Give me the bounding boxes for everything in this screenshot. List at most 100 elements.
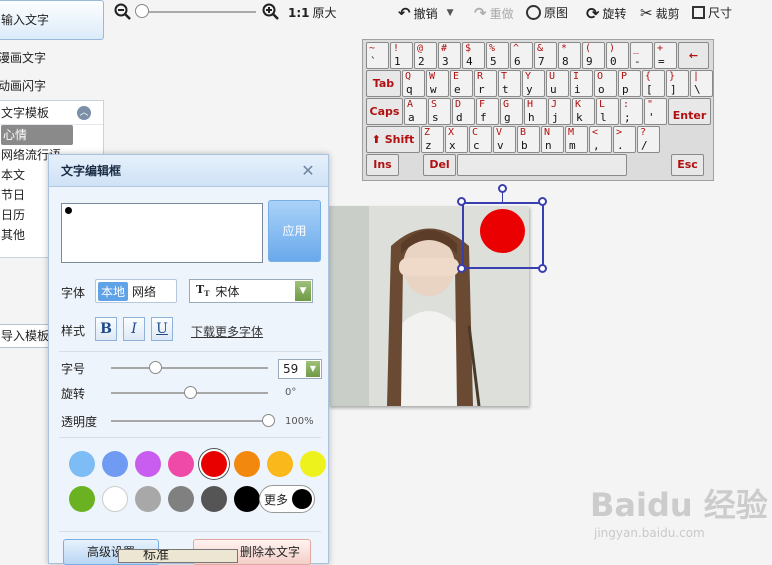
redo-button[interactable]: ↷ 重做 (474, 4, 514, 22)
key-r1-8[interactable]: * 8 (558, 42, 581, 69)
key-r3-8[interactable]: Ll (596, 98, 619, 125)
animated-text-link[interactable]: 动画闪字 (0, 77, 46, 94)
key-r4-3[interactable]: Vv (493, 126, 516, 153)
key-r1-0[interactable]: ~ ` (366, 42, 389, 69)
opacity-slider-handle[interactable] (262, 414, 275, 427)
color-swatch[interactable] (234, 486, 260, 512)
key-r2-2[interactable]: Ee (450, 70, 473, 97)
key-r1-6[interactable]: ^ 6 (510, 42, 533, 69)
rotate-handle[interactable] (498, 184, 507, 193)
color-swatch[interactable] (102, 486, 128, 512)
size-slider-handle[interactable] (148, 361, 162, 374)
key-r2-7[interactable]: Ii (570, 70, 593, 97)
key-r2-0[interactable]: Qq (402, 70, 425, 97)
chevron-down-icon[interactable]: ▼ (295, 281, 311, 301)
template-item-mood[interactable]: 心情 (0, 125, 103, 145)
key-r2-3[interactable]: Rr (474, 70, 497, 97)
key-r1-9[interactable]: (9 (582, 42, 605, 69)
key-r1-10[interactable]: ) 0 (606, 42, 629, 69)
key-r3-5[interactable]: Hh (524, 98, 547, 125)
template-header[interactable]: 文字模板 ︿ (0, 101, 103, 125)
color-swatch[interactable] (69, 486, 95, 512)
key-r4-8[interactable]: >. (613, 126, 636, 153)
key-esc[interactable]: Esc (671, 154, 704, 176)
key-backspace[interactable]: ← (678, 42, 709, 69)
red-circle-shape[interactable] (480, 209, 525, 253)
undo-dropdown-icon[interactable]: ▼ (447, 8, 454, 18)
font-network-option[interactable]: 网络 (132, 283, 156, 300)
underline-button[interactable]: U (151, 317, 173, 341)
import-template-button[interactable]: 导入模板 (0, 324, 50, 348)
zoom-slider-handle[interactable] (135, 4, 149, 18)
resize-handle-sw[interactable] (457, 264, 466, 273)
collapse-icon[interactable]: ︿ (77, 106, 91, 120)
italic-button[interactable]: I (123, 317, 145, 341)
download-more-fonts-link[interactable]: 下载更多字体 (191, 323, 263, 340)
color-swatch[interactable] (135, 451, 161, 477)
text-input-area[interactable] (61, 203, 263, 263)
key-r3-0[interactable]: Aa (404, 98, 427, 125)
key-r2-8[interactable]: Oo (594, 70, 617, 97)
key-r1-12[interactable]: + = (654, 42, 677, 69)
key-r1-2[interactable]: @2 (414, 42, 437, 69)
key-r3-4[interactable]: Gg (500, 98, 523, 125)
font-local-option[interactable]: 本地 (98, 281, 129, 301)
key-space[interactable] (457, 154, 627, 176)
key-r2-5[interactable]: Yy (522, 70, 545, 97)
undo-button[interactable]: ↶ 撤销 ▼ (398, 4, 454, 22)
key-tab[interactable]: Tab (366, 70, 401, 97)
key-r2-6[interactable]: Uu (546, 70, 569, 97)
key-r2-10[interactable]: {[ (642, 70, 665, 97)
color-swatch[interactable] (168, 451, 194, 477)
key-r4-6[interactable]: Mm (565, 126, 588, 153)
key-r4-2[interactable]: Cc (469, 126, 492, 153)
resize-handle-se[interactable] (538, 264, 547, 273)
color-swatch[interactable] (300, 451, 326, 477)
key-shift[interactable]: ⬆ Shift (366, 126, 420, 153)
color-swatch[interactable] (168, 486, 194, 512)
apply-button[interactable]: 应用 (268, 200, 321, 262)
key-r1-11[interactable]: _ - (630, 42, 653, 69)
bold-button[interactable]: B (95, 317, 117, 341)
more-colors-button[interactable]: 更多 (259, 485, 315, 513)
key-r1-5[interactable]: % 5 (486, 42, 509, 69)
key-r1-3[interactable]: #3 (438, 42, 461, 69)
key-del[interactable]: Del (423, 154, 456, 176)
key-r3-7[interactable]: Kk (572, 98, 595, 125)
key-r2-1[interactable]: Ww (426, 70, 449, 97)
key-r4-9[interactable]: ? / (637, 126, 660, 153)
color-swatch[interactable] (201, 451, 227, 477)
rotate-slider-handle[interactable] (183, 386, 197, 399)
key-r3-1[interactable]: Ss (428, 98, 451, 125)
close-icon[interactable]: ✕ (300, 163, 316, 179)
key-ins[interactable]: Ins (366, 154, 399, 176)
input-text-button[interactable]: 输入文字 (0, 0, 104, 40)
font-select[interactable]: TT 宋体 ▼ (189, 279, 313, 303)
size-select[interactable]: 59 ▼ (278, 359, 322, 379)
key-r3-6[interactable]: Jj (548, 98, 571, 125)
ime-status-bar[interactable]: 标准 (118, 549, 238, 563)
key-r3-10[interactable]: " ' (644, 98, 667, 125)
key-r2-4[interactable]: Tt (498, 70, 521, 97)
original-image-button[interactable]: 原图 (526, 4, 568, 21)
key-r1-4[interactable]: $4 (462, 42, 485, 69)
crop-button[interactable]: ✂ 裁剪 (640, 4, 680, 22)
original-size-button[interactable]: 1:1 原大 (288, 4, 337, 21)
key-r2-11[interactable]: }] (666, 70, 689, 97)
rotate-button[interactable]: ⟳ 旋转 (586, 4, 626, 23)
key-r4-4[interactable]: Bb (517, 126, 540, 153)
color-swatch[interactable] (267, 451, 293, 477)
key-r4-1[interactable]: Xx (445, 126, 468, 153)
color-swatch[interactable] (234, 451, 260, 477)
key-r2-9[interactable]: Pp (618, 70, 641, 97)
key-r1-1[interactable]: ! 1 (390, 42, 413, 69)
color-swatch[interactable] (69, 451, 95, 477)
resize-handle-ne[interactable] (538, 197, 547, 206)
key-r4-0[interactable]: Zz (421, 126, 444, 153)
color-swatch[interactable] (135, 486, 161, 512)
key-r3-2[interactable]: Dd (452, 98, 475, 125)
color-swatch[interactable] (201, 486, 227, 512)
key-r2-12[interactable]: | \ (690, 70, 713, 97)
color-swatch[interactable] (102, 451, 128, 477)
key-r3-3[interactable]: Ff (476, 98, 499, 125)
